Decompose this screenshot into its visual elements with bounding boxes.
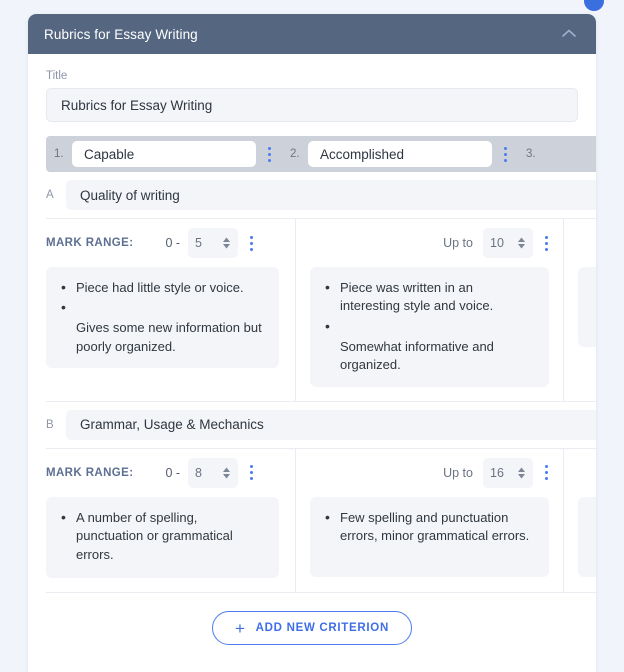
descriptor-box-a3[interactable] — [578, 267, 596, 347]
card-body: Title Rubrics for Essay Writing 1. Capab… — [28, 54, 596, 646]
level-name-input-1[interactable]: Capable — [72, 141, 256, 167]
desc-wrap-b2: Few spelling and punctuation errors, min… — [296, 496, 563, 591]
title-label: Title — [46, 70, 68, 82]
mark-value-stepper-b2[interactable]: 16 — [483, 457, 533, 488]
title-input[interactable]: Rubrics for Essay Writing — [46, 88, 578, 122]
add-new-criterion-label: ADD NEW CRITERION — [255, 622, 389, 635]
up-to-label: Up to — [443, 236, 473, 250]
criterion-a-markrange-1: MARK RANGE: 0 - 5 — [46, 219, 295, 267]
kebab-menu-icon-level-2[interactable] — [492, 145, 518, 163]
stepper-arrows-icon[interactable] — [517, 467, 526, 479]
level-number-1: 1. — [54, 148, 64, 160]
descriptor-bullet: A number of spelling, punctuation or gra… — [58, 508, 265, 564]
level-cell-2: 2. Accomplished — [282, 136, 492, 172]
descriptor-bullet: Piece had little style or voice. — [58, 278, 265, 298]
criterion-b-name-row: B Grammar, Usage & Mechanics — [28, 402, 596, 448]
rubric-card: Rubrics for Essay Writing Title Rubrics … — [28, 14, 596, 672]
title-field-block: Title Rubrics for Essay Writing — [28, 54, 596, 122]
descriptor-box-b1[interactable]: A number of spelling, punctuation or gra… — [46, 496, 279, 579]
card-title: Rubrics for Essay Writing — [44, 26, 198, 42]
kebab-menu-icon-b1[interactable] — [238, 464, 264, 482]
criterion-b-levels-row: MARK RANGE: 0 - 8 • A number of spelling… — [28, 448, 596, 593]
desc-wrap-a2: Piece was written in an interesting styl… — [296, 267, 563, 401]
criterion-b: B Grammar, Usage & Mechanics MARK RANGE:… — [28, 402, 596, 593]
descriptor-bullet: Piece was written in an interesting styl… — [322, 278, 535, 316]
card-footer: + ADD NEW CRITERION — [28, 593, 596, 646]
level-number-3: 3. — [526, 148, 536, 160]
desc-wrap-b1: A number of spelling, punctuation or gra… — [46, 496, 295, 592]
descriptor-box-a2[interactable]: Piece was written in an interesting styl… — [310, 267, 549, 387]
criterion-b-cell-2: Up to 16 • Few spelling and punctuation … — [296, 448, 564, 593]
criterion-a-cell-2: Up to 10 • Piece was written in an inter… — [296, 219, 564, 401]
stepper-arrows-icon[interactable] — [222, 237, 231, 249]
mark-value-a2: 10 — [490, 236, 504, 250]
levels-header-bar: 1. Capable 2. Accomplished 3. — [46, 136, 596, 172]
plus-icon: + — [235, 618, 246, 638]
stepper-arrows-icon[interactable] — [517, 237, 526, 249]
criterion-b-markrange-1: MARK RANGE: 0 - 8 — [46, 449, 295, 497]
descriptor-bullet-empty — [322, 317, 535, 337]
criterion-a-letter: A — [46, 189, 54, 201]
level-cell-3: 3. — [518, 136, 544, 172]
desc-wrap-a3 — [564, 267, 596, 361]
mark-range-from: 0 - — [165, 465, 181, 480]
descriptor-box-b3[interactable] — [578, 496, 596, 577]
mark-range-label: MARK RANGE: — [46, 237, 134, 249]
kebab-menu-icon-b2[interactable] — [533, 464, 559, 482]
desc-wrap-a1: Piece had little style or voice. Gives s… — [46, 267, 295, 382]
descriptor-box-b2[interactable]: Few spelling and punctuation errors, min… — [310, 496, 549, 577]
mark-value-stepper-a1[interactable]: 5 — [188, 228, 239, 258]
kebab-menu-icon-a2[interactable] — [533, 234, 559, 252]
card-header: Rubrics for Essay Writing — [28, 14, 596, 54]
criterion-a-levels-row: MARK RANGE: 0 - 5 • Piece had little sty… — [28, 219, 596, 401]
criterion-a-name-row: A Quality of writing — [28, 172, 596, 218]
up-to-label: Up to — [443, 465, 473, 480]
descriptor-box-a1[interactable]: Piece had little style or voice. Gives s… — [46, 267, 279, 369]
mark-value-a1: 5 — [195, 236, 202, 250]
criterion-a-markrange-3 — [564, 219, 596, 267]
criterion-b-markrange-2: Up to 16 — [296, 449, 563, 497]
page-root: Rubrics for Essay Writing Title Rubrics … — [0, 0, 624, 672]
chevron-up-icon[interactable] — [558, 23, 580, 45]
criterion-b-name-input[interactable]: Grammar, Usage & Mechanics — [66, 409, 596, 440]
mark-range-label: MARK RANGE: — [46, 466, 134, 479]
criterion-b-cell-3 — [564, 449, 596, 592]
mark-range-from: 0 - — [165, 236, 181, 250]
criterion-a-markrange-2: Up to 10 — [296, 219, 563, 267]
level-number-2: 2. — [290, 148, 300, 160]
level-cell-1: 1. Capable — [46, 136, 256, 172]
mark-value-stepper-b1[interactable]: 8 — [188, 457, 239, 488]
criterion-b-cell-1: MARK RANGE: 0 - 8 • A number of spelling… — [28, 448, 296, 593]
criterion-a-cell-1: MARK RANGE: 0 - 5 • Piece had little sty… — [28, 219, 296, 401]
mark-value-b1: 8 — [195, 465, 202, 480]
criterion-a-cell-3 — [564, 219, 596, 401]
notification-dot — [584, 0, 604, 11]
add-new-criterion-button[interactable]: + ADD NEW CRITERION — [212, 611, 412, 646]
descriptor-bullet-empty — [58, 298, 265, 318]
criterion-a-name-input[interactable]: Quality of writing — [66, 180, 596, 210]
descriptor-bullet: Few spelling and punctuation errors, min… — [322, 508, 535, 546]
criterion-a: A Quality of writing MARK RANGE: 0 - 5 •… — [28, 172, 596, 401]
mark-value-b2: 16 — [490, 465, 504, 480]
stepper-arrows-icon[interactable] — [222, 467, 231, 479]
level-name-input-2[interactable]: Accomplished — [308, 141, 492, 167]
criterion-b-markrange-3 — [564, 449, 596, 497]
levels-bar-wrap: 1. Capable 2. Accomplished 3. — [28, 122, 596, 172]
kebab-menu-icon-level-1[interactable] — [256, 145, 282, 163]
desc-wrap-b3 — [564, 496, 596, 591]
criterion-b-letter: B — [46, 418, 54, 431]
kebab-menu-icon-a1[interactable] — [238, 234, 264, 252]
descriptor-paragraph: Somewhat informative and organized. — [340, 338, 494, 373]
descriptor-paragraph: Gives some new information but poorly or… — [76, 320, 262, 354]
mark-value-stepper-a2[interactable]: 10 — [483, 228, 533, 258]
